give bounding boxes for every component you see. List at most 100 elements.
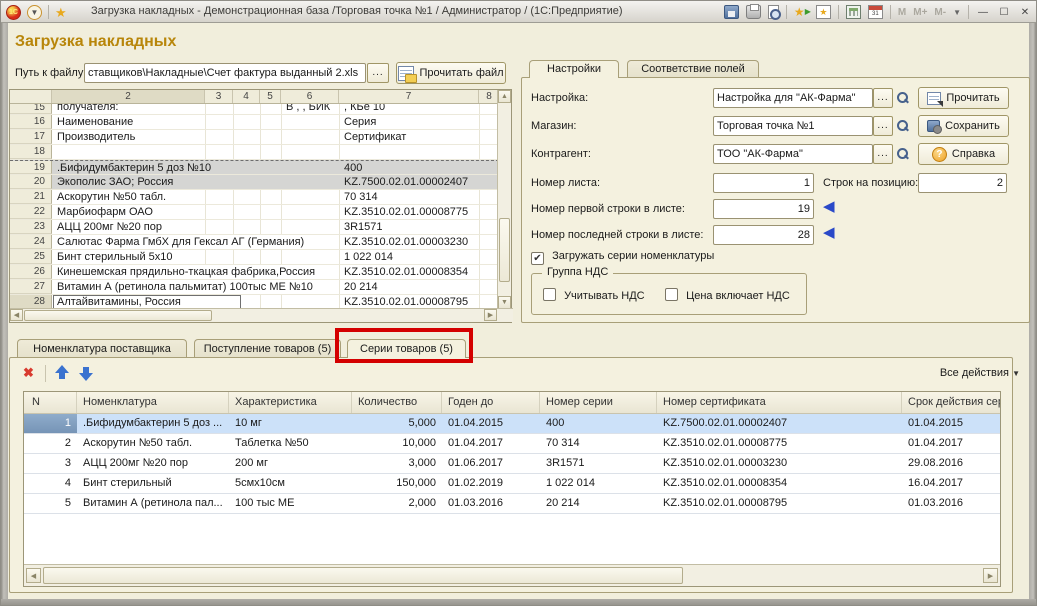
favorites-star-icon[interactable]: ★ <box>55 6 67 19</box>
setting-browse-button[interactable]: ... <box>873 144 893 164</box>
file-path-input[interactable]: ставщиков\Накладные\Счет фактура выданны… <box>84 63 366 83</box>
tab-goods-receipt[interactable]: Поступление товаров (5) <box>194 339 341 358</box>
scrollbar-thumb[interactable] <box>24 310 212 321</box>
cell-n[interactable]: 5 <box>24 494 77 513</box>
grid-row-header[interactable]: 20 <box>10 175 52 189</box>
grid-corner-cell[interactable] <box>10 90 52 103</box>
scroll-right-arrow-icon[interactable]: ▶ <box>983 568 998 583</box>
grid-row-header[interactable]: 16 <box>10 115 52 129</box>
memory-m-plus-button[interactable]: M+ <box>913 7 927 18</box>
grid-cell[interactable]: Серия <box>341 115 379 129</box>
cell-nomenclature[interactable]: Бинт стерильный <box>77 474 229 493</box>
grid-col-header[interactable]: 7 <box>339 90 479 103</box>
grid-row[interactable]: 26 Кинешемская прядильно-ткацкая фабрика… <box>10 265 499 280</box>
grid-row[interactable]: 27 Витамин А (ретинола пальмитат) 100тыс… <box>10 280 499 295</box>
pick-last-row-button[interactable]: ◀ <box>823 224 835 242</box>
grid-row[interactable]: 21 Аскорутин №50 табл. 70 314 <box>10 190 499 205</box>
grid-cell[interactable]: Салютас Фарма ГмбХ для Гексал АГ (Герман… <box>54 235 307 249</box>
grid-col-header[interactable]: 5 <box>260 90 281 103</box>
cell-quantity[interactable]: 3,000 <box>352 454 442 473</box>
grid-cell[interactable]: Кинешемская прядильно-ткацкая фабрика,Ро… <box>54 265 318 279</box>
delete-row-button[interactable]: ✖ <box>23 365 34 381</box>
first-row-input[interactable]: 19 <box>713 199 814 219</box>
cell-certificate-validity[interactable]: 29.08.2016 <box>902 454 1000 473</box>
scrollbar-thumb[interactable] <box>43 567 683 584</box>
grid-vertical-scrollbar[interactable]: ▲ ▼ <box>497 90 511 310</box>
grid-row[interactable]: 15 получателя: В , , БИК , КБе 10 <box>10 104 499 115</box>
tab-settings[interactable]: Настройки <box>529 60 619 78</box>
col-header-n[interactable]: N <box>24 392 77 413</box>
setting-input[interactable]: ТОО "АК-Фарма" <box>713 144 873 164</box>
grid-cell[interactable]: .Бифидумбактерин 5 доз №10 <box>54 161 214 175</box>
toolbar-overflow-arrow-icon[interactable]: ▼ <box>953 8 961 17</box>
setting-lookup-button[interactable] <box>895 91 909 108</box>
memory-m-button[interactable]: M <box>898 7 906 18</box>
scroll-up-arrow-icon[interactable]: ▲ <box>498 90 511 103</box>
cell-series-number[interactable]: 400 <box>540 414 657 433</box>
grid-row-header[interactable]: 27 <box>10 280 52 294</box>
grid-cell[interactable]: KZ.7500.02.01.00002407 <box>341 175 471 189</box>
cell-expiry[interactable]: 01.04.2017 <box>442 434 540 453</box>
grid-cell[interactable]: Экополис ЗАО; Россия <box>54 175 176 189</box>
grid-row-header[interactable]: 24 <box>10 235 52 249</box>
grid-col-header[interactable]: 3 <box>205 90 233 103</box>
print-icon[interactable] <box>746 5 761 19</box>
grid-row-header[interactable]: 21 <box>10 190 52 204</box>
col-header-quantity[interactable]: Количество <box>352 392 442 413</box>
tab-field-mapping[interactable]: Соответствие полей <box>627 60 759 78</box>
close-button[interactable]: ✕ <box>1018 7 1032 18</box>
file-path-browse-button[interactable]: ... <box>367 63 389 83</box>
col-header-characteristic[interactable]: Характеристика <box>229 392 352 413</box>
series-table[interactable]: N Номенклатура Характеристика Количество… <box>23 391 1001 587</box>
grid-cell[interactable]: Наименование <box>54 115 136 129</box>
sheet-number-input[interactable]: 1 <box>713 173 814 193</box>
grid-cell[interactable]: Бинт стерильный 5х10 <box>54 250 176 264</box>
grid-row-header[interactable]: 18 <box>10 145 52 159</box>
grid-row[interactable]: 16 Наименование Серия <box>10 115 499 130</box>
cell-series-number[interactable]: 70 314 <box>540 434 657 453</box>
col-header-series-number[interactable]: Номер серии <box>540 392 657 413</box>
cell-characteristic[interactable]: 100 тыс МЕ <box>229 494 352 513</box>
scroll-left-arrow-icon[interactable]: ◀ <box>26 568 41 583</box>
cell-n[interactable]: 3 <box>24 454 77 473</box>
cell-nomenclature[interactable]: АЦЦ 200мг №20 пор <box>77 454 229 473</box>
print-preview-icon[interactable] <box>768 5 779 19</box>
tab-supplier-nomenclature[interactable]: Номенклатура поставщика <box>17 339 187 358</box>
cell-series-number[interactable]: 3R1571 <box>540 454 657 473</box>
minimize-button[interactable]: — <box>976 7 990 18</box>
help-button[interactable]: ? Справка <box>918 143 1009 165</box>
cell-quantity[interactable]: 150,000 <box>352 474 442 493</box>
last-row-input[interactable]: 28 <box>713 225 814 245</box>
grid-row[interactable]: 25 Бинт стерильный 5х10 1 022 014 <box>10 250 499 265</box>
table-row[interactable]: 5 Витамин А (ретинола пал... 100 тыс МЕ … <box>24 494 1000 514</box>
cell-nomenclature[interactable]: Аскорутин №50 табл. <box>77 434 229 453</box>
setting-browse-button[interactable]: ... <box>873 116 893 136</box>
grid-row[interactable]: 23 АЦЦ 200мг №20 пор 3R1571 <box>10 220 499 235</box>
vat-account-checkbox[interactable]: Учитывать НДС <box>543 288 645 302</box>
save-icon[interactable] <box>724 5 739 19</box>
setting-lookup-button[interactable] <box>895 147 909 164</box>
cell-certificate-validity[interactable]: 16.04.2017 <box>902 474 1000 493</box>
setting-browse-button[interactable]: ... <box>873 88 893 108</box>
save-settings-button[interactable]: Сохранить <box>918 115 1009 137</box>
move-up-button[interactable] <box>55 365 70 384</box>
cell-series-number[interactable]: 1 022 014 <box>540 474 657 493</box>
scroll-right-arrow-icon[interactable]: ▶ <box>484 309 497 321</box>
rows-per-position-input[interactable]: 2 <box>918 173 1007 193</box>
col-header-expiry[interactable]: Годен до <box>442 392 540 413</box>
setting-input[interactable]: Настройка для "АК-Фарма" <box>713 88 873 108</box>
grid-row-header[interactable]: 17 <box>10 130 52 144</box>
grid-cell[interactable]: KZ.3510.02.01.00008354 <box>341 265 471 279</box>
grid-row[interactable]: 20 Экополис ЗАО; Россия KZ.7500.02.01.00… <box>10 175 499 190</box>
all-actions-button[interactable]: Все действия ▼ <box>860 367 1020 379</box>
cell-n[interactable]: 4 <box>24 474 77 493</box>
grid-row[interactable]: 22 Марбиофарм ОАО KZ.3510.02.01.00008775 <box>10 205 499 220</box>
grid-cell[interactable]: 70 314 <box>341 190 381 204</box>
grid-row-header[interactable]: 23 <box>10 220 52 234</box>
cell-certificate-number[interactable]: KZ.3510.02.01.00008354 <box>657 474 902 493</box>
cell-certificate-number[interactable]: KZ.3510.02.01.00008795 <box>657 494 902 513</box>
grid-col-header[interactable]: 4 <box>233 90 260 103</box>
pick-first-row-button[interactable]: ◀ <box>823 198 835 216</box>
1c-logo-icon[interactable]: 1С <box>6 5 21 20</box>
favorites-icon[interactable]: ★ <box>816 5 831 19</box>
